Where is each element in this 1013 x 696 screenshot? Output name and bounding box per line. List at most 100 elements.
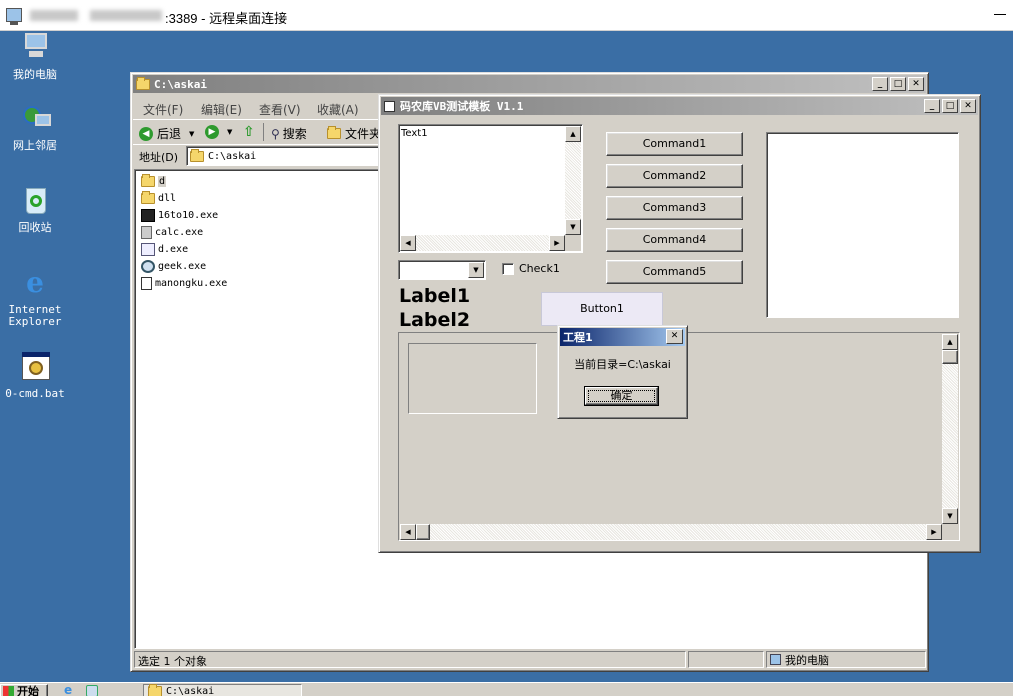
scroll-thumb[interactable] [942, 350, 958, 364]
file-name: d [158, 175, 167, 187]
taskbar-item-label: C:\askai [166, 685, 215, 696]
ie-icon: e [26, 266, 44, 299]
minimize-icon[interactable] [994, 14, 1006, 15]
close-button[interactable]: ✕ [960, 99, 976, 113]
scroll-up-icon[interactable]: ▲ [942, 334, 958, 350]
minimize-button[interactable]: _ [872, 77, 888, 91]
vb-form-title-bar[interactable]: 码农库VB测试模板 V1.1 [381, 97, 978, 115]
desktop-icon-internet-explorer[interactable]: e Internet Explorer [0, 268, 70, 328]
desktop-icon-label: 回收站 [18, 221, 52, 234]
button1[interactable]: Button1 [541, 292, 663, 326]
message-dialog: 工程1 ✕ 当前目录=C:\askai 确定 [557, 325, 688, 419]
file-name: d.exe [158, 243, 189, 255]
close-button[interactable]: ✕ [908, 77, 924, 91]
list-item[interactable]: dll [141, 190, 176, 206]
back-arrow-icon: ◀ [139, 126, 153, 141]
list-item[interactable]: geek.exe [141, 258, 206, 274]
ok-button[interactable]: 确定 [584, 386, 659, 406]
chevron-down-icon: ▼ [189, 129, 195, 138]
horizontal-scrollbar[interactable] [400, 524, 942, 540]
dialog-message: 当前目录=C:\askai [574, 358, 671, 371]
up-folder-icon[interactable]: ⇧ [243, 124, 257, 140]
exe-icon [141, 276, 152, 290]
folder-icon [148, 683, 162, 696]
desktop-icon-network[interactable]: 网上邻居 [0, 104, 70, 152]
folder-icon [327, 126, 341, 139]
scroll-right-icon[interactable]: ▶ [549, 235, 565, 251]
command2-button[interactable]: Command2 [606, 164, 743, 188]
file-name: 16to10.exe [158, 209, 219, 221]
close-button[interactable]: ✕ [666, 329, 683, 344]
my-computer-icon [770, 654, 781, 665]
address-label: 地址(D) [139, 151, 179, 164]
vb-form-title: 码农库VB测试模板 V1.1 [400, 100, 524, 113]
list-item[interactable]: d [141, 173, 167, 189]
file-name: geek.exe [158, 260, 207, 272]
status-location: 我的电脑 [766, 651, 926, 668]
list-item[interactable]: calc.exe [141, 224, 203, 240]
folder-icon [141, 190, 155, 204]
scroll-right-icon[interactable]: ▶ [926, 524, 942, 540]
scroll-thumb[interactable] [416, 524, 430, 540]
maximize-button[interactable]: □ [890, 77, 906, 91]
forward-arrow-icon: ▶ [205, 125, 219, 139]
start-button[interactable]: 开始 [0, 684, 48, 696]
desktop-icon-label: 网上邻居 [13, 139, 57, 152]
scroll-left-icon[interactable]: ◀ [400, 524, 416, 540]
horizontal-scrollbar[interactable] [400, 235, 565, 251]
exe-icon [141, 242, 155, 256]
check1-checkbox[interactable]: Check1 [502, 262, 560, 275]
scroll-down-icon[interactable]: ▼ [942, 508, 958, 524]
list-item[interactable]: d.exe [141, 241, 188, 257]
command4-button[interactable]: Command4 [606, 228, 743, 252]
list-item[interactable]: 16to10.exe [141, 207, 218, 223]
picture-box[interactable] [766, 132, 959, 318]
command1-button[interactable]: Command1 [606, 132, 743, 156]
file-name: dll [158, 192, 177, 204]
folders-label: 文件夹 [345, 127, 382, 141]
combo-box[interactable]: ▼ [398, 260, 486, 280]
minimize-button[interactable]: _ [924, 99, 940, 113]
taskbar: 开始 e C:\askai [0, 682, 1013, 696]
desktop-icon[interactable] [86, 685, 98, 696]
back-button[interactable]: ◀ 后退 ▼ [139, 125, 194, 142]
ie-icon[interactable]: e [64, 684, 76, 696]
inner-frame [408, 343, 537, 414]
menu-file[interactable]: 文件(F) [143, 101, 183, 118]
folders-button[interactable]: 文件夹 [327, 125, 381, 142]
checkbox-box[interactable] [502, 262, 514, 275]
exe-icon [141, 208, 155, 222]
desktop-icon-cmd-bat[interactable]: 0-cmd.bat [0, 352, 70, 400]
redacted-host [90, 10, 162, 21]
address-field[interactable]: C:\askai [186, 146, 381, 166]
address-value: C:\askai [208, 150, 257, 162]
menu-view[interactable]: 查看(V) [259, 101, 301, 118]
desktop-icon-my-computer[interactable]: 我的电脑 [0, 33, 70, 81]
maximize-button[interactable]: □ [942, 99, 958, 113]
recycle-bin-icon [19, 186, 51, 218]
scroll-up-icon[interactable]: ▲ [565, 126, 581, 142]
folder-icon [141, 173, 155, 187]
search-button[interactable]: ⚲ 搜索 [271, 125, 307, 142]
text1-textbox[interactable]: Text1 ▲ ▼ ◀ ▶ [398, 124, 583, 253]
command3-button[interactable]: Command3 [606, 196, 743, 220]
chevron-down-icon[interactable]: ▼ [468, 262, 484, 278]
desktop-icon-label: 我的电脑 [13, 68, 57, 81]
file-name: manongku.exe [155, 277, 228, 289]
desktop-icon-recycle-bin[interactable]: 回收站 [0, 186, 70, 234]
taskbar-item-explorer[interactable]: C:\askai [143, 683, 302, 696]
list-item[interactable]: manongku.exe [141, 275, 227, 291]
rdp-title-bar: :3389 - 远程桌面连接 [0, 0, 1013, 31]
command5-button[interactable]: Command5 [606, 260, 743, 284]
forward-button[interactable]: ▶ ▼ [205, 125, 232, 139]
ok-label: 确定 [585, 387, 658, 405]
folder-icon [190, 148, 204, 162]
menu-edit[interactable]: 编辑(E) [201, 101, 242, 118]
calculator-icon [141, 225, 152, 239]
scroll-left-icon[interactable]: ◀ [400, 235, 416, 251]
scroll-down-icon[interactable]: ▼ [565, 219, 581, 235]
explorer-title-bar[interactable]: C:\askai [133, 75, 926, 93]
text1-value: Text1 [401, 128, 428, 139]
menu-favorites[interactable]: 收藏(A) [317, 101, 359, 118]
batch-file-icon [19, 352, 51, 384]
